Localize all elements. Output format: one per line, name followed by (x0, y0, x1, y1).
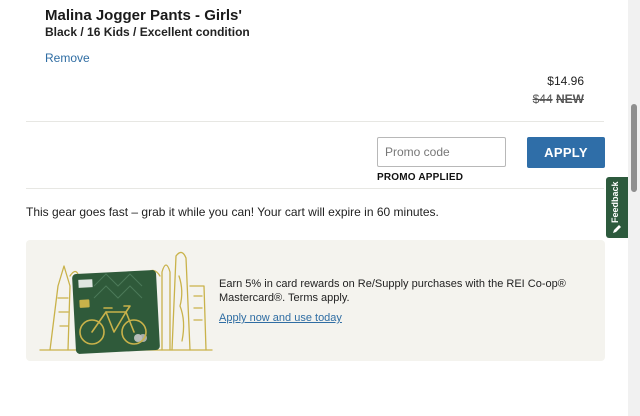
pencil-icon (613, 225, 621, 233)
promo-status: PROMO APPLIED (377, 172, 464, 183)
credit-card-banner: Earn 5% in card rewards on Re/Supply pur… (26, 240, 605, 361)
credit-card-illustration (39, 251, 213, 354)
price-current: $14.96 (547, 74, 584, 88)
promo-code-input[interactable] (377, 137, 506, 167)
card-rewards-text: Earn 5% in card rewards on Re/Supply pur… (219, 278, 566, 304)
divider (26, 121, 604, 122)
product-title[interactable]: Malina Jogger Pants - Girls' (45, 7, 242, 24)
divider (26, 188, 604, 189)
feedback-label: Feedback (610, 181, 620, 223)
price-original: $44 NEW (533, 92, 584, 106)
cart-expiry-notice: This gear goes fast – grab it while you … (26, 205, 439, 219)
apply-card-link[interactable]: Apply now and use today (219, 312, 342, 324)
feedback-tab[interactable]: Feedback (606, 177, 628, 238)
cart-page: Malina Jogger Pants - Girls' Black / 16 … (0, 0, 628, 416)
scrollbar-track[interactable] (628, 0, 640, 416)
scrollbar-thumb[interactable] (631, 104, 637, 192)
product-variant: Black / 16 Kids / Excellent condition (45, 25, 250, 39)
apply-promo-button[interactable]: APPLY (527, 137, 605, 168)
price-original-tag: NEW (556, 92, 584, 106)
remove-link[interactable]: Remove (45, 51, 90, 65)
price-original-amount: $44 (532, 92, 553, 106)
